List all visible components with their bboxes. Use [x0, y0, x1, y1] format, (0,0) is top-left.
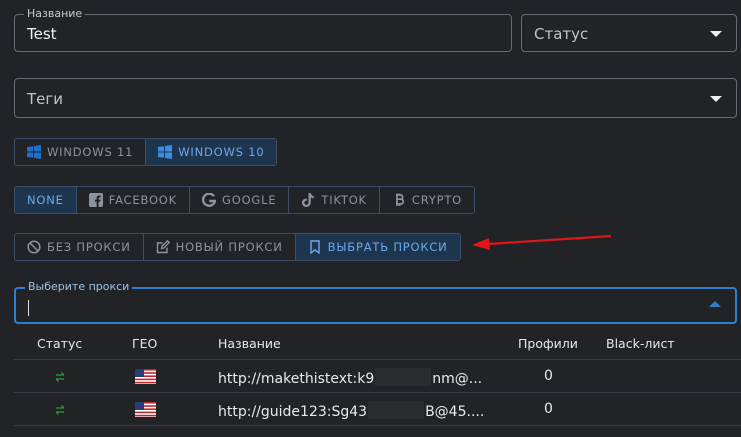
us-flag-icon — [135, 369, 156, 384]
os-button-label: WINDOWS 10 — [178, 145, 265, 159]
os-button-label: WINDOWS 11 — [47, 145, 134, 159]
proxy-button-new[interactable]: НОВЫЙ ПРОКСИ — [143, 234, 296, 260]
column-header-blacklist: Black-лист — [606, 336, 675, 351]
proxy-select-label: Выберите прокси — [25, 280, 133, 294]
proxy-select-input[interactable] — [28, 300, 29, 316]
name-field[interactable]: Название Test — [14, 7, 512, 52]
tiktok-icon — [302, 193, 315, 207]
platform-button-group: NONE FACEBOOK GOOGLE TIKTOK CRYPTO — [14, 186, 476, 214]
proxy-name: http://makethistext:k9 nm@... — [218, 368, 482, 387]
proxy-profiles-count: 0 — [544, 401, 553, 417]
name-field-label: Название — [24, 7, 86, 21]
proxy-button-group: БЕЗ ПРОКСИ НОВЫЙ ПРОКСИ ВЫБРАТЬ ПРОКСИ — [14, 233, 461, 261]
platform-button-label: GOOGLE — [222, 193, 277, 207]
facebook-icon — [88, 193, 103, 207]
status-placeholder: Статус — [534, 25, 589, 43]
platform-button-label: TIKTOK — [321, 193, 367, 207]
proxy-name-end: nm@... — [432, 371, 483, 387]
proxy-select[interactable]: Выберите прокси — [14, 280, 737, 324]
proxy-table: Статус ГЕО Название Профили Black-лист h… — [14, 326, 741, 426]
proxy-button-none[interactable]: БЕЗ ПРОКСИ — [15, 234, 144, 260]
proxy-button-label: БЕЗ ПРОКСИ — [47, 240, 131, 254]
proxy-button-label: НОВЫЙ ПРОКСИ — [175, 240, 283, 254]
us-flag-icon — [135, 402, 156, 417]
tags-placeholder: Теги — [27, 90, 64, 108]
sync-icon — [55, 405, 65, 415]
sync-icon — [55, 372, 65, 382]
proxy-button-select[interactable]: ВЫБРАТЬ ПРОКСИ — [295, 234, 460, 260]
os-button-group: WINDOWS 11 WINDOWS 10 — [14, 138, 278, 166]
bookmark-icon — [309, 240, 320, 254]
proxy-name-start: http://makethistext:k9 — [218, 371, 375, 387]
proxy-profiles-count: 0 — [544, 368, 553, 384]
column-header-profiles: Профили — [518, 336, 578, 351]
google-icon — [202, 193, 216, 207]
table-header: Статус ГЕО Название Профили Black-лист — [14, 326, 741, 360]
windows-icon — [27, 145, 41, 159]
chevron-up-icon — [709, 301, 721, 307]
platform-button-tiktok[interactable]: TIKTOK — [289, 187, 380, 213]
proxy-button-label: ВЫБРАТЬ ПРОКСИ — [327, 240, 448, 254]
proxy-name-start: http://guide123:Sg43 — [218, 404, 368, 420]
platform-button-label: CRYPTO — [411, 193, 463, 207]
os-button-windows-11[interactable]: WINDOWS 11 — [15, 139, 147, 165]
proxy-name-end: B@45.... — [425, 404, 485, 420]
redacted-block — [375, 368, 432, 386]
platform-button-label: NONE — [27, 193, 64, 207]
platform-button-crypto[interactable]: CRYPTO — [379, 187, 475, 213]
column-header-name: Название — [218, 336, 281, 351]
redacted-block — [368, 401, 425, 419]
column-header-status: Статус — [37, 336, 83, 351]
status-select[interactable]: Статус — [521, 14, 737, 52]
table-row[interactable]: http://makethistext:k9 nm@... 0 — [14, 360, 741, 393]
edit-icon — [156, 240, 170, 254]
column-header-geo: ГЕО — [132, 336, 158, 351]
bitcoin-icon — [395, 193, 404, 206]
windows-icon — [158, 145, 173, 159]
no-entry-icon — [27, 240, 41, 254]
platform-button-none[interactable]: NONE — [15, 187, 77, 213]
tags-select[interactable]: Теги — [14, 78, 737, 118]
platform-button-facebook[interactable]: FACEBOOK — [76, 187, 190, 213]
os-button-windows-10[interactable]: WINDOWS 10 — [146, 139, 277, 165]
annotation-arrow-icon — [472, 234, 612, 250]
platform-button-google[interactable]: GOOGLE — [190, 187, 290, 213]
chevron-down-icon — [710, 31, 722, 37]
chevron-down-icon — [710, 96, 722, 102]
proxy-name: http://guide123:Sg43 B@45.... — [218, 401, 484, 420]
table-row[interactable]: http://guide123:Sg43 B@45.... 0 — [14, 393, 741, 426]
name-field-value: Test — [27, 25, 57, 43]
platform-button-label: FACEBOOK — [108, 193, 177, 207]
